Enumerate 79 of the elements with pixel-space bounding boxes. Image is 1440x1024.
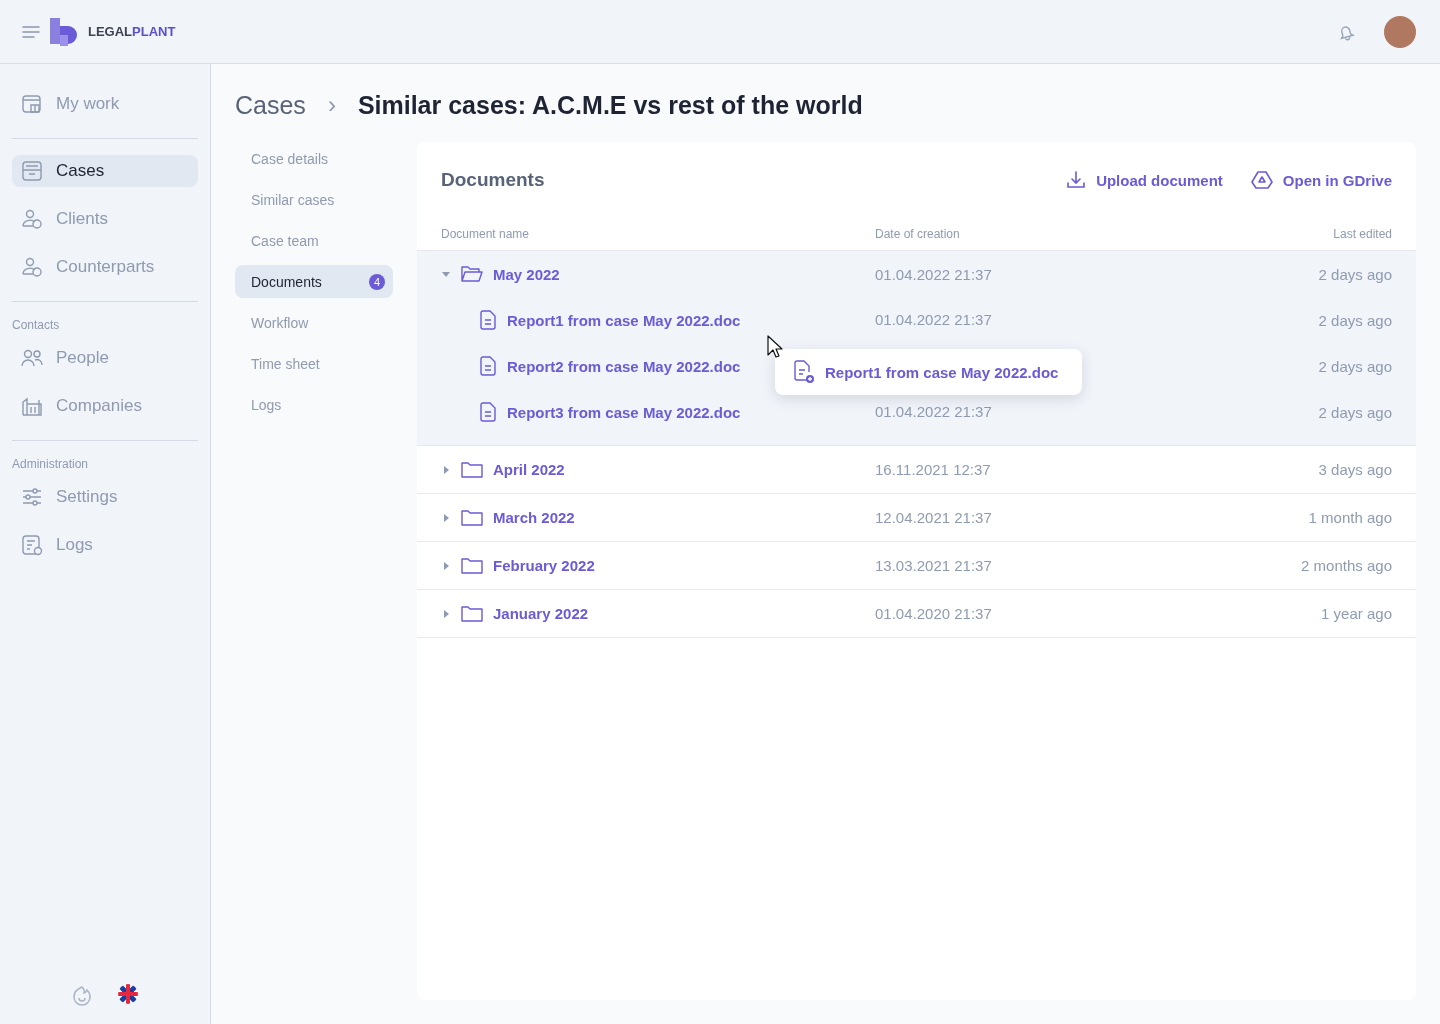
document-add-icon <box>793 360 815 384</box>
caret-icon[interactable] <box>441 269 451 279</box>
triangle-icon <box>1250 170 1273 190</box>
flame-icon[interactable] <box>72 984 92 1006</box>
section-title: Administration <box>12 457 90 471</box>
date-cell-text: 12.04.2021 21:37 <box>875 509 993 526</box>
calendar-icon <box>20 92 44 116</box>
sidebar-item[interactable]: Companies <box>12 390 198 422</box>
menu-icon[interactable] <box>22 24 40 39</box>
user-icon <box>20 255 44 279</box>
sliders-icon <box>20 485 44 509</box>
caret-icon[interactable] <box>441 464 451 475</box>
column-header: Last edited <box>1333 227 1392 241</box>
edited-cell: 2 days ago <box>1318 265 1392 283</box>
file-name[interactable]: Report2 from case May 2022.doc <box>507 357 741 375</box>
date-cell-text: 01.04.2020 21:37 <box>875 605 993 622</box>
breadcrumb-link[interactable]: Cases <box>235 90 306 120</box>
edited-cell: 2 days ago <box>1318 403 1392 421</box>
flag-icon[interactable] <box>118 984 138 1004</box>
logo-icon <box>50 17 78 46</box>
user-icon <box>20 207 44 231</box>
document-icon <box>479 356 497 376</box>
logo-wordmark: LEGALPLANT <box>88 24 176 39</box>
folder-name[interactable]: April 2022 <box>493 461 565 478</box>
column-header: Document name <box>441 227 531 241</box>
edited-cell: 1 month ago <box>1308 509 1392 526</box>
card-title: Documents <box>441 169 545 191</box>
section-title: Contacts <box>12 318 61 332</box>
folder-name[interactable]: January 2022 <box>493 605 589 622</box>
sidebar-item[interactable]: Counterparts <box>12 251 198 283</box>
folder-icon <box>461 265 483 283</box>
date-cell-text: 13.03.2021 21:37 <box>875 557 993 574</box>
date-cell: 01.04.2022 21:37 <box>875 403 992 420</box>
folder-icon <box>461 556 483 575</box>
archive-icon <box>20 159 44 183</box>
folder-icon <box>461 508 483 527</box>
sidebar-item[interactable]: Logs <box>12 529 198 561</box>
document-icon <box>479 402 497 422</box>
file-name[interactable]: Report3 from case May 2022.doc <box>507 403 741 421</box>
date-cell-text: 01.04.2022 21:37 <box>875 265 993 283</box>
folder-name[interactable]: February 2022 <box>493 557 595 574</box>
sidebar-item[interactable]: Settings <box>12 481 198 513</box>
column-header: Date of creation <box>875 227 961 241</box>
sidebar-item[interactable]: Clients <box>12 203 198 235</box>
sidebar-item[interactable]: Cases <box>12 155 198 187</box>
caret-icon[interactable] <box>441 608 451 619</box>
subnav-tab[interactable]: Logs <box>235 388 393 421</box>
sidebar-item[interactable]: People <box>12 342 198 374</box>
folder-name[interactable]: March 2022 <box>493 509 575 526</box>
action-link[interactable]: Open in GDrive <box>1250 170 1392 190</box>
folder-icon <box>461 460 483 479</box>
subnav-tab[interactable]: Time sheet <box>235 347 393 380</box>
caret-icon[interactable] <box>441 512 451 523</box>
edited-cell: 2 months ago <box>1301 557 1392 574</box>
date-cell: 01.04.2022 21:37 <box>875 311 992 328</box>
file-name: Report1 from case May 2022.doc <box>825 363 1059 381</box>
edited-cell: 3 days ago <box>1318 461 1392 478</box>
edited-cell: 1 year ago <box>1321 605 1392 622</box>
document-icon <box>479 310 497 330</box>
breadcrumb-separator: › <box>327 91 336 119</box>
subnav-tab[interactable]: Case details <box>235 142 393 175</box>
folder-icon <box>461 604 483 623</box>
folder-name[interactable]: May 2022 <box>493 265 560 283</box>
caret-icon[interactable] <box>441 560 451 571</box>
subnav-tab[interactable]: Documents 4 <box>235 265 393 298</box>
count-badge: 4 <box>369 273 385 290</box>
action-link[interactable]: Upload document <box>1066 170 1223 190</box>
date-cell-text: 16.11.2021 12:37 <box>875 461 992 478</box>
subnav-tab[interactable]: Case team <box>235 224 393 257</box>
edited-cell: 2 days ago <box>1318 357 1392 375</box>
edited-cell: 2 days ago <box>1318 311 1392 329</box>
subnav-tab[interactable]: Workflow <box>235 306 393 339</box>
page-title: Similar cases: A.C.M.E vs rest of the world <box>357 90 863 120</box>
subnav-tab[interactable]: Similar cases <box>235 183 393 216</box>
sidebar-item[interactable]: My work <box>12 88 198 120</box>
file-name[interactable]: Report1 from case May 2022.doc <box>507 311 741 329</box>
download-icon <box>1066 170 1087 190</box>
avatar[interactable] <box>1384 15 1416 48</box>
list-icon <box>20 533 44 557</box>
